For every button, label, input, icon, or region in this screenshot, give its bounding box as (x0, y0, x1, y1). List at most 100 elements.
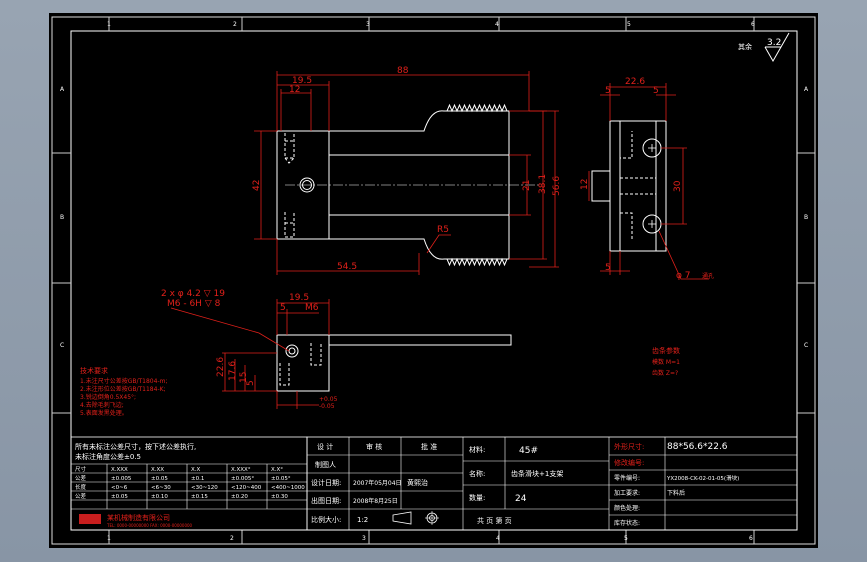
bottom-marker-2: 2 (230, 535, 234, 542)
tolerance-cell: <30~120 (191, 485, 218, 491)
tolerance-cell: ±0.005° (231, 476, 254, 482)
dim-top-width: 19.5 (289, 293, 309, 303)
tb-print-date-value: 2008年8月25日 (353, 497, 398, 505)
tolerance-cell: X.XXX° (231, 467, 251, 473)
tolerance-cell: X.XXX (111, 467, 128, 473)
gear-note-line-1: 齿条参数 (652, 346, 680, 355)
tb-process-label: 加工要求: (614, 489, 640, 497)
bottom-marker-1: 1 (107, 535, 111, 542)
tolerance-cell: X.X (191, 467, 201, 473)
gear-note: 齿条参数 模数 M=1 齿数 Z=? (652, 346, 680, 377)
tolerance-cell: <6~30 (151, 485, 171, 491)
tolerance-cell: 公差 (75, 474, 87, 482)
dim-tol-top: +0.05 (319, 396, 338, 403)
callout-line-2: M6 - 6H ▽ 8 (167, 299, 221, 309)
tolerance-cell: ±0.005 (111, 476, 132, 482)
top-marker-4: 4 (495, 21, 499, 28)
tolerance-cell: ±0.30 (271, 494, 288, 500)
tb-process-value: 下料后 (667, 489, 685, 497)
left-marker-b: B (60, 214, 64, 221)
tb-name-value: 齿条滑块+1支架 (511, 469, 563, 478)
tb-drafter: 制图人 (315, 460, 336, 469)
tb-partno-value: YX2008-CK-02-01-05(滑块) (666, 474, 739, 482)
gear-note-line-3: 齿数 Z=? (652, 369, 678, 377)
tolerance-table: 所有未标注公差尺寸，按下述公差执行, 未标注角度公差±0.5 尺寸 X.XXX X.… (70, 436, 308, 531)
top-body (276, 334, 330, 392)
tech-req-title: 技术要求 (80, 366, 108, 375)
tolerance-header-1: 所有未标注公差尺寸，按下述公差执行, (75, 442, 196, 451)
dim-side-bottom-step: 5 (605, 263, 611, 273)
tb-stock-label: 库存状态: (614, 519, 640, 527)
left-marker-c: C (60, 342, 64, 349)
drawing-viewport[interactable]: 1 2 3 4 5 6 1 2 3 4 5 6 A B C A B C 其余 3… (49, 13, 818, 548)
tolerance-cell: ±0.10 (151, 494, 168, 500)
tb-approve: 批 准 (421, 442, 437, 451)
company-contact: TEL: 0000-00000000 FAX: 0000-00000000 (106, 523, 193, 528)
tb-page: 共 页 第 页 (477, 516, 512, 525)
right-marker-c: C (804, 342, 808, 349)
left-marker-a: A (60, 86, 65, 93)
tb-material-label: 材料: (469, 445, 485, 454)
right-marker-b: B (804, 214, 808, 221)
gear-note-line-2: 模数 M=1 (652, 358, 680, 366)
dim-side-hole-dia: φ 7 (676, 271, 691, 281)
tb-scale-label: 比例大小: (311, 515, 341, 524)
tb-size-label: 外形尺寸: (614, 442, 644, 451)
tb-partno-label: 零件编号: (614, 474, 640, 482)
tech-req-line-3: 3.锐边倒角0.5X45°; (80, 393, 136, 401)
tech-req-line-1: 1.未注尺寸公差按GB/T1804-m; (80, 377, 167, 385)
tolerance-header-2: 未标注角度公差±0.5 (75, 452, 141, 461)
tolerance-cell: <120~400 (231, 485, 262, 491)
tb-design: 设 计 (317, 442, 333, 451)
dim-rack-height: 38.1 (538, 174, 548, 194)
front-upper-arm (329, 110, 510, 156)
tb-design-date-label: 设计日期: (311, 478, 341, 487)
tolerance-cell: ±0.15 (191, 494, 208, 500)
dim-bottom-length: 54.5 (337, 262, 357, 272)
side-boss (591, 170, 611, 202)
tolerance-cell: X.XX (151, 467, 164, 473)
tb-scale-value: 1:2 (357, 516, 368, 524)
tolerance-cell: 公差 (75, 492, 87, 500)
dim-side-boss: 12 (580, 179, 590, 190)
dim-radius: R5 (437, 225, 449, 235)
tb-color-label: 颜色处理: (614, 504, 640, 512)
top-threaded-hole (285, 344, 299, 358)
top-marker-2: 2 (233, 21, 237, 28)
cad-drawing-svg: 1 2 3 4 5 6 1 2 3 4 5 6 A B C A B C 其余 3… (51, 16, 816, 545)
top-marker-6: 6 (751, 21, 755, 28)
tolerance-cell: ±0.05° (271, 476, 291, 482)
top-marker-3: 3 (366, 21, 370, 28)
dim-height: 42 (252, 180, 262, 191)
roughness-symbol: 其余 3.2 (738, 32, 790, 63)
company-name: 某机械制造有限公司 (107, 513, 170, 522)
front-rack-teeth-top (446, 103, 508, 113)
dim-side-right-step: 5 (653, 86, 659, 96)
front-rack-teeth-bottom (446, 257, 508, 267)
tb-qty-label: 数量: (469, 493, 485, 502)
title-block: 设 计 审 核 批 准 制图人 设计日期: 2007年05月04日 黄熙治 出图… (306, 436, 798, 531)
dim-left-inner: 12 (289, 85, 300, 95)
dim-side-hole-spacing: 30 (673, 180, 683, 192)
tb-review: 审 核 (366, 442, 382, 451)
side-hole-note: 通孔 (702, 272, 714, 280)
tech-req-line-4: 4.去除毛刺飞边; (80, 401, 124, 409)
dim-top-h2: 17.6 (228, 361, 238, 381)
tb-material-value: 45# (519, 446, 538, 456)
dim-top-thread: M6 (305, 303, 319, 313)
tolerance-cell: X.X° (271, 467, 283, 473)
tb-modify-label: 修改编号: (614, 458, 644, 467)
dim-top-h4: 5 (246, 380, 256, 386)
callout-line-1: 2 x φ 4.2 ▽ 19 (161, 289, 225, 299)
right-marker-a: A (804, 86, 809, 93)
projection-cone-icon (392, 511, 412, 525)
front-view: 88 19.5 12 42 21 38.1 56.6 R5 54.5 (252, 66, 562, 275)
company-logo (79, 514, 101, 524)
zone-ticks (52, 17, 815, 544)
tolerance-rows: 尺寸 X.XXX X.XX X.X X.XXX° X.X° 公差 ±0.005 ±0.05 ±0.… (75, 465, 305, 500)
tech-req-line-5: 5.表面发黑处理。 (80, 409, 128, 417)
dim-total-height: 56.6 (552, 176, 562, 196)
bottom-marker-6: 6 (749, 535, 753, 542)
tb-size-value: 88*56.6*22.6 (667, 442, 728, 452)
outer-frame (51, 16, 816, 545)
